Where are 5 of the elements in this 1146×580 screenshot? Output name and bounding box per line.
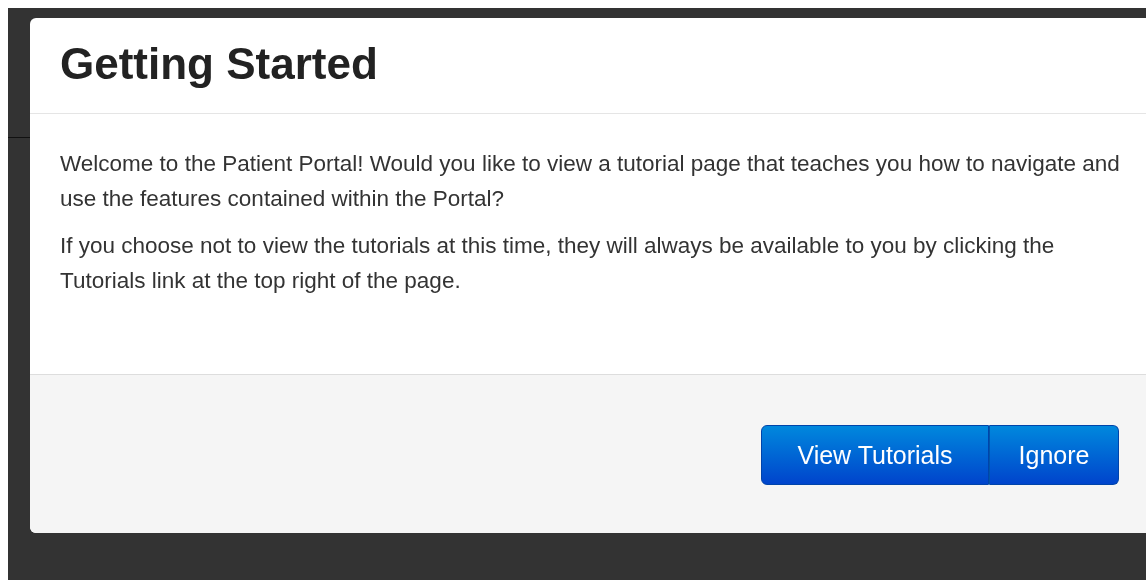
dialog-button[interactable]: Ignore [989, 425, 1119, 485]
dialog-text: If you choose not to view the tutorials at this time, they will always be available to you by clicking the Tutorials link at the top right of the page. [60, 232, 1056, 295]
dialog-text: Welcome to the Patient Portal! Would you like to view a tutorial page that teaches you how to navigate and use the features contained within the Portal? [60, 150, 1121, 213]
dialog-title: Getting Started [60, 38, 379, 90]
dialog-button[interactable]: View Tutorials [761, 425, 989, 485]
